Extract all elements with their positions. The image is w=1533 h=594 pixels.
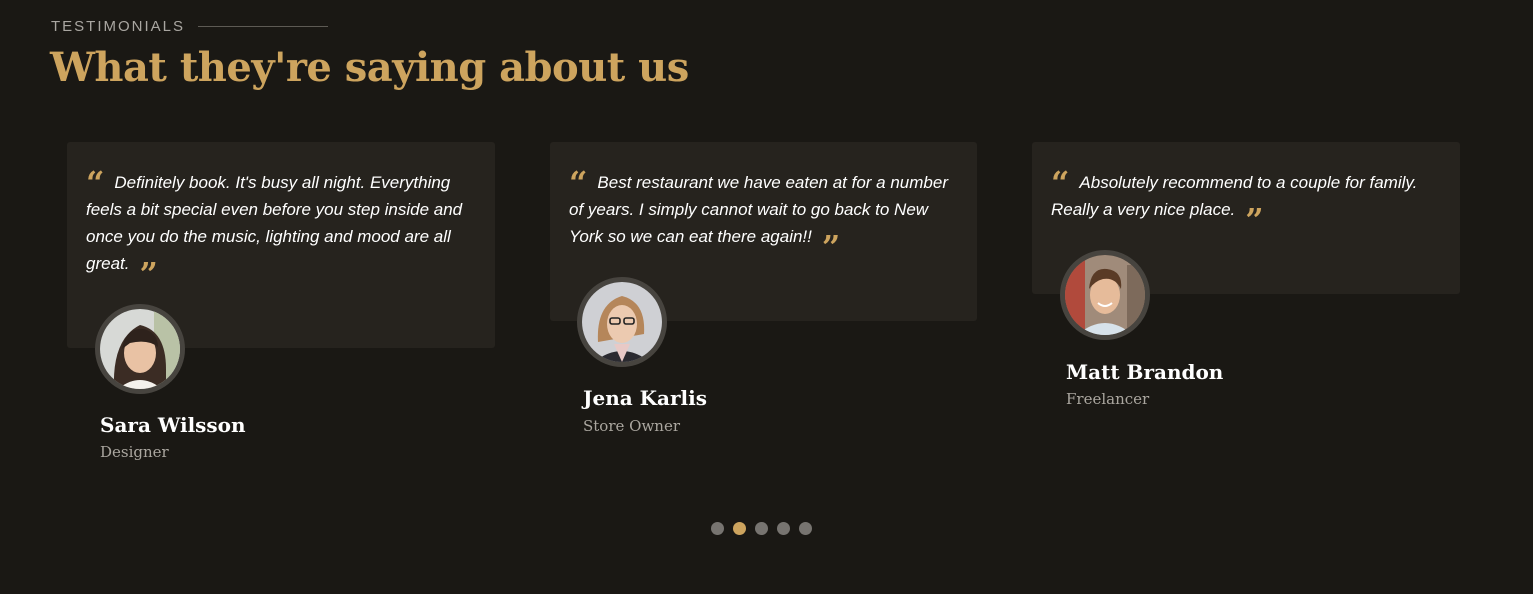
pagination-dot-5[interactable]: [799, 522, 812, 535]
pagination-dot-3[interactable]: [755, 522, 768, 535]
quote-open-icon: “: [1051, 164, 1070, 202]
section-title: What they're saying about us: [50, 44, 689, 91]
section-tag-label: TESTIMONIALS: [51, 18, 186, 35]
avatar: [577, 277, 667, 367]
author-role: Store Owner: [583, 417, 680, 435]
pagination-dot-2[interactable]: [733, 522, 746, 535]
author-role: Designer: [100, 443, 169, 461]
avatar: [95, 304, 185, 394]
pagination-dot-1[interactable]: [711, 522, 724, 535]
quote-text: Best restaurant we have eaten at for a n…: [569, 173, 948, 246]
testimonial-quote: “Absolutely recommend to a couple for fa…: [1051, 167, 1441, 236]
testimonial-quote: “Best restaurant we have eaten at for a …: [569, 167, 959, 263]
testimonial-quote: “Definitely book. It's busy all night. E…: [86, 167, 481, 290]
pagination-dot-4[interactable]: [777, 522, 790, 535]
avatar: [1060, 250, 1150, 340]
quote-open-icon: “: [569, 164, 588, 202]
section-tag-rule: [198, 26, 329, 27]
author-name: Jena Karlis: [583, 386, 707, 410]
quote-close-icon: ”: [1245, 201, 1264, 239]
quote-close-icon: ”: [139, 255, 158, 293]
section-tag: TESTIMONIALS: [51, 18, 329, 35]
author-role: Freelancer: [1066, 390, 1150, 408]
quote-text: Absolutely recommend to a couple for fam…: [1051, 173, 1418, 219]
carousel-pagination: [711, 522, 812, 535]
quote-open-icon: “: [86, 164, 105, 202]
author-name: Matt Brandon: [1066, 360, 1224, 384]
quote-close-icon: ”: [821, 228, 841, 266]
author-name: Sara Wilsson: [100, 413, 246, 437]
